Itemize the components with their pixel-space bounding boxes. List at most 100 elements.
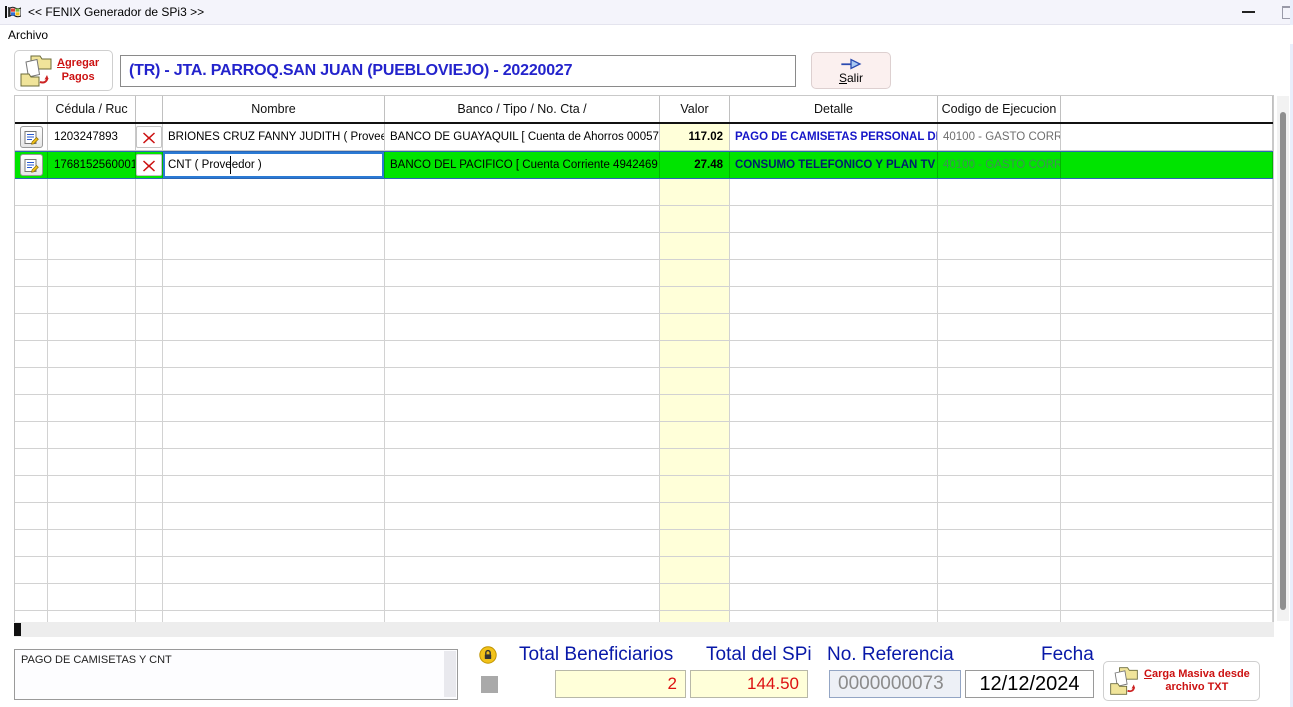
- cell-empty: [48, 530, 136, 556]
- cell-empty: [15, 584, 48, 610]
- cell-empty: [48, 611, 136, 622]
- grid-row-empty: [15, 530, 1273, 557]
- cell-empty: [660, 206, 730, 232]
- salir-label: Salir: [839, 72, 863, 84]
- cell-empty: [660, 503, 730, 529]
- observaciones-textarea[interactable]: PAGO DE CAMISETAS Y CNT: [14, 649, 458, 700]
- cell-empty: [136, 314, 163, 340]
- cell-empty: [48, 287, 136, 313]
- fecha-label: Fecha: [1041, 644, 1094, 666]
- cell-empty: [15, 287, 48, 313]
- cell-empty: [136, 368, 163, 394]
- grid-row-empty: [15, 260, 1273, 287]
- total-spi-label: Total del SPi: [706, 644, 812, 666]
- grid-row-empty: [15, 179, 1273, 206]
- cell-empty: [15, 530, 48, 556]
- edit-row-icon: [24, 130, 39, 145]
- cell-empty: [163, 206, 385, 232]
- grid-row-empty: [15, 314, 1273, 341]
- cell-empty: [15, 179, 48, 205]
- referencia-field: [829, 670, 961, 698]
- row-delete-button[interactable]: [136, 154, 162, 176]
- cell-empty: [163, 611, 385, 622]
- row-edit-button[interactable]: [20, 154, 43, 176]
- observaciones-wrap: PAGO DE CAMISETAS Y CNT: [14, 649, 458, 700]
- grid-row-empty: [15, 584, 1273, 611]
- cell-empty: [136, 179, 163, 205]
- cell-empty: [730, 503, 938, 529]
- grid-row[interactable]: 1203247893BRIONES CRUZ FANNY JUDITH ( Pr…: [15, 124, 1273, 151]
- cell-detalle: PAGO DE CAMISETAS PERSONAL DEL GAD: [730, 124, 938, 150]
- cell-empty: [938, 557, 1061, 583]
- grid-row-empty: [15, 422, 1273, 449]
- grid-row-empty: [15, 449, 1273, 476]
- menu-archivo[interactable]: Archivo: [0, 27, 56, 43]
- cell-empty: [1061, 530, 1273, 556]
- cell-empty: [136, 395, 163, 421]
- cell-cedula: 1768152560001: [48, 152, 136, 178]
- cell-empty: [660, 557, 730, 583]
- minimize-button[interactable]: [1228, 0, 1268, 24]
- cell-empty: [660, 476, 730, 502]
- referencia-label: No. Referencia: [827, 644, 954, 666]
- row-delete-button[interactable]: [136, 126, 162, 148]
- cell-empty: [385, 368, 660, 394]
- cell-empty: [163, 233, 385, 259]
- cell-empty: [660, 584, 730, 610]
- cell-empty: [136, 233, 163, 259]
- grid-row-empty: [15, 503, 1273, 530]
- cell-valor: 117.02: [660, 124, 730, 150]
- horizontal-scroll-thumb[interactable]: [14, 623, 21, 636]
- nombre-inline-editor[interactable]: CNT ( Proveedor ): [163, 152, 385, 178]
- cell-empty: [1061, 395, 1273, 421]
- cell-empty: [938, 449, 1061, 475]
- cell-edit: [15, 124, 48, 150]
- cell-empty: [1061, 449, 1273, 475]
- edit-row-icon: [24, 158, 39, 173]
- agregar-pagos-button[interactable]: Agregar Pagos: [14, 50, 113, 91]
- cell-empty: [938, 287, 1061, 313]
- header-nombre: Nombre: [163, 96, 385, 122]
- cell-empty: [938, 476, 1061, 502]
- cell-empty: [660, 611, 730, 622]
- bulk-load-folder-icon: [1108, 665, 1140, 697]
- app-window: << FENIX Generador de SPi3 >> Archivo Ag…: [0, 0, 1293, 707]
- cell-empty: [15, 314, 48, 340]
- cell-empty: [48, 584, 136, 610]
- header-codigo: Codigo de Ejecucion: [938, 96, 1061, 122]
- grid-horizontal-scrollbar[interactable]: [14, 622, 1274, 637]
- cell-empty: [1061, 611, 1273, 622]
- cell-empty: [15, 233, 48, 259]
- entity-title-field[interactable]: [120, 55, 796, 87]
- cell-empty: [163, 395, 385, 421]
- cell-empty: [163, 368, 385, 394]
- editor-text: CNT ( Proveedor ): [168, 159, 262, 171]
- cell-empty: [730, 557, 938, 583]
- cell-empty: [136, 611, 163, 622]
- cell-empty: [730, 233, 938, 259]
- cell-delete: [136, 124, 163, 150]
- carga-line1: Carga Masiva desde: [1144, 668, 1250, 680]
- fecha-field[interactable]: [965, 670, 1094, 698]
- cell-empty: [385, 233, 660, 259]
- cell-empty: [730, 206, 938, 232]
- cell-empty: [15, 422, 48, 448]
- cell-empty: [938, 530, 1061, 556]
- cell-empty: [385, 422, 660, 448]
- cell-extra: [1061, 124, 1273, 150]
- row-edit-button[interactable]: [20, 126, 43, 148]
- cell-empty: [385, 557, 660, 583]
- cell-banco: BANCO DE GUAYAQUIL [ Cuenta de Ahorros 0…: [385, 124, 660, 150]
- cell-empty: [15, 503, 48, 529]
- salir-button[interactable]: Salir: [811, 52, 891, 89]
- cell-empty: [385, 260, 660, 286]
- cell-empty: [136, 449, 163, 475]
- vertical-scroll-thumb[interactable]: [1280, 112, 1286, 610]
- agregar-pagos-label: Agregar Pagos: [57, 57, 99, 83]
- lock-icon: [479, 646, 497, 664]
- cell-empty: [938, 422, 1061, 448]
- carga-masiva-button[interactable]: Carga Masiva desde archivo TXT: [1103, 661, 1260, 701]
- grid-vertical-scrollbar[interactable]: [1277, 96, 1289, 621]
- grid-row[interactable]: 1768152560001CNT ( Proveedor )BANCO DEL …: [15, 151, 1273, 179]
- cell-empty: [730, 611, 938, 622]
